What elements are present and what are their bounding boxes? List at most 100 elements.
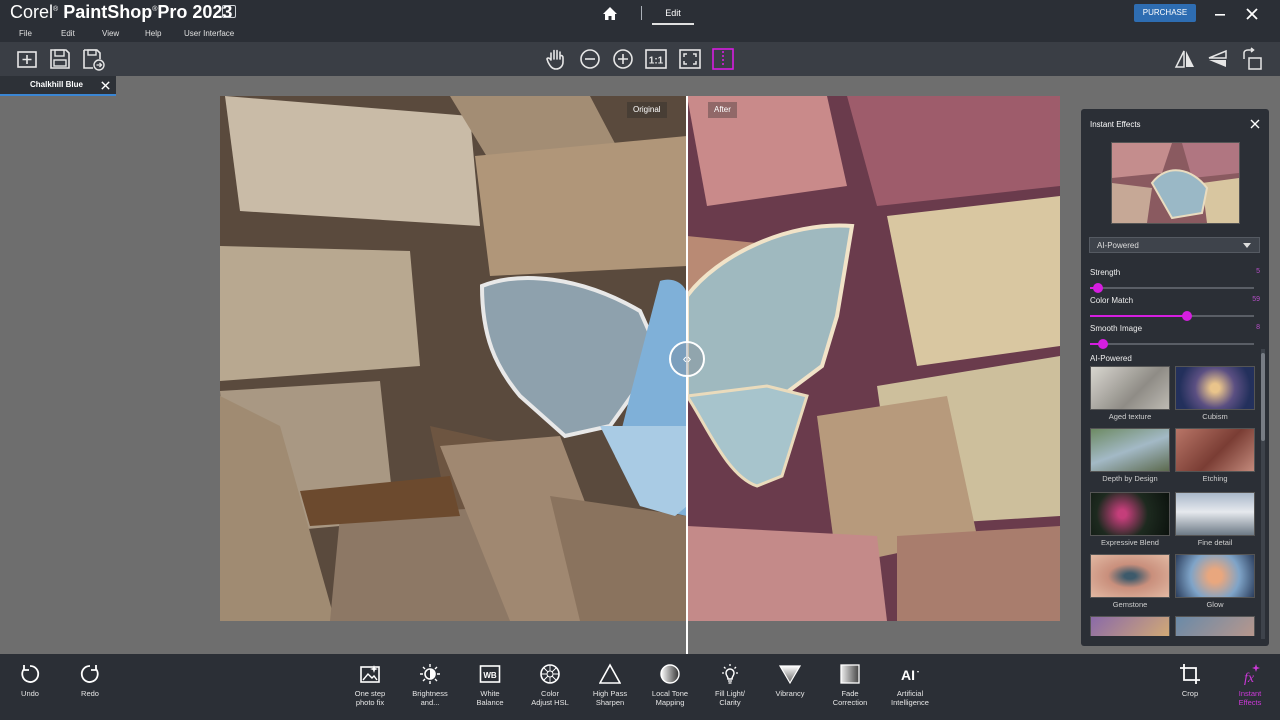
compare-split-handle[interactable]: ‹› <box>669 341 705 377</box>
app-window-icon[interactable] <box>222 5 236 18</box>
close-panel-icon[interactable] <box>1249 118 1261 130</box>
effect-partial-2[interactable] <box>1175 616 1255 636</box>
title-bar: Corel® PaintShop®Pro 2023 Edit PURCHASE <box>0 0 1280 28</box>
effect-name: Fine detail <box>1197 538 1233 547</box>
menu-edit[interactable]: Edit <box>61 29 75 38</box>
menu-user-interface[interactable]: User Interface <box>184 29 234 38</box>
tab-edit[interactable]: Edit <box>652 0 694 28</box>
artificial-intelligence-button[interactable]: AI Artificial Intelligence <box>882 662 938 716</box>
svg-text:WB: WB <box>483 671 497 680</box>
effect-name: Etching <box>1202 474 1228 483</box>
photo-fix-label: One step photo fix <box>354 689 386 707</box>
fit-window-icon[interactable] <box>678 47 702 71</box>
original-label: Original <box>627 102 667 118</box>
white-balance-button[interactable]: WB White Balance <box>462 662 518 716</box>
color-match-slider-thumb[interactable] <box>1182 311 1192 321</box>
effect-glow[interactable]: Glow <box>1175 554 1255 616</box>
new-file-icon[interactable] <box>15 47 39 71</box>
panel-scrollbar[interactable] <box>1261 349 1265 639</box>
undo-button[interactable]: Undo <box>2 662 58 716</box>
color-adjust-hsl-button[interactable]: Color Adjust HSL <box>522 662 578 716</box>
undo-label: Undo <box>21 689 39 698</box>
vibrancy-button[interactable]: Vibrancy <box>762 662 818 716</box>
high-pass-sharpen-button[interactable]: High Pass Sharpen <box>582 662 638 716</box>
color-match-slider[interactable] <box>1090 311 1254 321</box>
title-separator <box>641 6 642 20</box>
save-icon[interactable] <box>48 47 72 71</box>
one-step-photo-fix-button[interactable]: One step photo fix <box>342 662 398 716</box>
effect-gemstone[interactable]: Gemstone <box>1090 554 1170 616</box>
effect-thumbnail <box>1090 616 1170 636</box>
effect-partial-1[interactable] <box>1090 616 1170 636</box>
smooth-image-slider-thumb[interactable] <box>1098 339 1108 349</box>
fill-light-icon <box>722 664 738 684</box>
ai-label: Artificial Intelligence <box>891 689 929 707</box>
fade-correction-button[interactable]: Fade Correction <box>822 662 878 716</box>
brightness-button[interactable]: Brightness and... <box>402 662 458 716</box>
menu-help[interactable]: Help <box>145 29 161 38</box>
effect-thumbnail <box>1175 428 1255 472</box>
ai-icon: AI <box>901 667 919 683</box>
document-tab-bar: Chalkhill Blue <box>0 76 1280 96</box>
zoom-out-icon[interactable] <box>578 47 602 71</box>
fill-light-clarity-button[interactable]: Fill Light/Clarity <box>702 662 758 716</box>
sharpen-label: High Pass Sharpen <box>592 689 628 707</box>
sharpen-icon <box>599 663 621 684</box>
actual-size-icon[interactable]: 1:1 <box>644 47 668 71</box>
svg-text:fx: fx <box>1244 671 1255 686</box>
image-canvas[interactable] <box>220 96 1060 621</box>
effect-category-dropdown[interactable]: AI-Powered <box>1089 237 1260 253</box>
photo-fix-icon <box>360 665 380 683</box>
effect-aged-texture[interactable]: Aged texture <box>1090 366 1170 428</box>
hsl-label: Color Adjust HSL <box>531 689 569 707</box>
redo-button[interactable]: Redo <box>62 662 118 716</box>
minimize-icon[interactable] <box>1210 4 1230 24</box>
menu-file[interactable]: File <box>19 29 32 38</box>
effect-depth-by-design[interactable]: Depth by Design <box>1090 428 1170 490</box>
document-tab[interactable]: Chalkhill Blue <box>0 76 116 96</box>
split-view-icon[interactable] <box>711 47 735 71</box>
home-icon[interactable] <box>600 4 620 24</box>
rotate-icon[interactable] <box>1240 47 1264 71</box>
dropdown-value: AI-Powered <box>1097 241 1139 250</box>
effect-fine-detail[interactable]: Fine detail <box>1175 492 1255 554</box>
menu-view[interactable]: View <box>102 29 119 38</box>
tone-mapping-label: Local Tone Mapping <box>651 689 689 707</box>
strength-value: 5 <box>1256 268 1260 275</box>
zoom-in-icon[interactable] <box>611 47 635 71</box>
strength-slider[interactable] <box>1090 283 1254 293</box>
effect-name: Depth by Design <box>1102 474 1158 483</box>
redo-icon <box>80 665 99 683</box>
scrollbar-thumb[interactable] <box>1261 353 1265 441</box>
crop-button[interactable]: Crop <box>1162 662 1218 716</box>
purchase-button[interactable]: PURCHASE <box>1134 4 1196 22</box>
effect-expressive-blend[interactable]: Expressive Blend <box>1090 492 1170 554</box>
smooth-image-slider[interactable] <box>1090 339 1254 349</box>
close-icon[interactable] <box>1242 4 1262 24</box>
strength-slider-thumb[interactable] <box>1093 283 1103 293</box>
undo-icon <box>21 665 40 683</box>
fade-correction-label: Fade Correction <box>832 689 868 707</box>
chevron-down-icon <box>1243 243 1251 248</box>
white-balance-label: White Balance <box>476 689 504 707</box>
close-document-icon[interactable] <box>100 80 111 91</box>
effect-cubism[interactable]: Cubism <box>1175 366 1255 428</box>
flip-vertical-icon[interactable] <box>1206 47 1230 71</box>
color-match-value: 59 <box>1252 296 1260 303</box>
flip-horizontal-icon[interactable] <box>1173 47 1197 71</box>
effect-etching[interactable]: Etching <box>1175 428 1255 490</box>
brightness-icon <box>420 664 440 684</box>
white-balance-icon: WB <box>479 665 501 683</box>
effect-thumbnail <box>1175 616 1255 636</box>
local-tone-mapping-button[interactable]: Local Tone Mapping <box>642 662 698 716</box>
save-as-icon[interactable] <box>81 47 105 71</box>
tone-mapping-icon <box>660 664 680 684</box>
smooth-image-label: Smooth Image <box>1090 324 1143 333</box>
effect-thumbnail <box>1175 554 1255 598</box>
instant-effects-button[interactable]: fx Instant Effects <box>1222 662 1278 716</box>
smooth-image-value: 8 <box>1256 324 1260 331</box>
after-label: After <box>708 102 737 118</box>
original-image <box>220 96 687 621</box>
tab-edit-underline <box>652 23 694 25</box>
pan-hand-icon[interactable] <box>544 47 568 71</box>
